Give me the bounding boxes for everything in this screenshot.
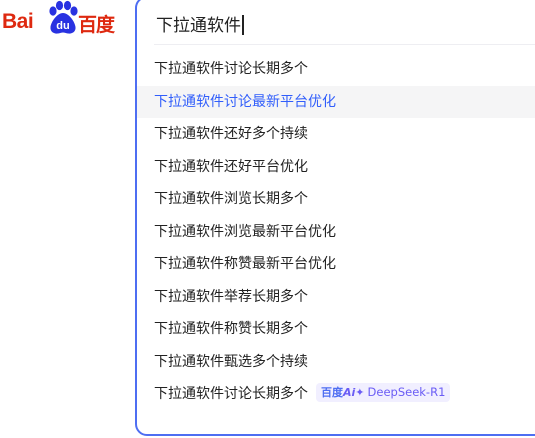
suggestion-suffix: 浏览长期多个 (224, 191, 308, 207)
ai-badge-brand: 百度 (321, 385, 343, 399)
suggestion-item[interactable]: 下拉通软件讨论长期多个 (137, 53, 535, 86)
logo-text-cn: 百度 (78, 14, 115, 36)
suggestion-suffix: 甄选多个持续 (224, 353, 308, 370)
suggestion-prefix: 下拉通软件 (154, 321, 224, 337)
paw-icon: du (49, 0, 78, 34)
suggestion-prefix: 下拉通软件 (154, 93, 224, 110)
suggestion-suffix: 称赞最新平台优化 (224, 256, 336, 272)
suggestion-prefix: 下拉通软件 (154, 191, 224, 207)
suggestion-item[interactable]: 下拉通软件称赞长期多个 (137, 313, 535, 346)
suggestion-prefix: 下拉通软件 (154, 288, 224, 305)
suggestion-suffix: 浏览最新平台优化 (224, 223, 336, 240)
baidu-logo[interactable]: Bai du 百度 (2, 0, 122, 40)
suggestion-prefix: 下拉通软件 (154, 61, 224, 77)
text-caret (242, 15, 244, 35)
suggestion-list: 下拉通软件讨论长期多个 下拉通软件讨论最新平台优化 下拉通软件还好多个持续 下拉… (137, 53, 535, 411)
search-input[interactable]: 下拉通软件 (156, 10, 244, 42)
search-divider (154, 44, 535, 45)
suggestion-item[interactable]: 下拉通软件甄选多个持续 (137, 346, 535, 379)
suggestion-item[interactable]: 下拉通软件还好多个持续 (137, 118, 535, 151)
suggestion-item[interactable]: 下拉通软件浏览最新平台优化 (137, 216, 535, 249)
suggestion-item[interactable]: 下拉通软件浏览长期多个 (137, 183, 535, 216)
search-box[interactable]: 下拉通软件 下拉通软件讨论长期多个 下拉通软件讨论最新平台优化 下拉通软件还好多… (135, 0, 535, 436)
suggestion-suffix: 讨论长期多个 (224, 386, 308, 402)
paw-label: du (56, 20, 69, 32)
suggestion-suffix: 称赞长期多个 (224, 321, 308, 337)
page: Bai du 百度 下拉通软件 下拉通软件讨论长期多个 下拉通软件讨论最新平台优… (0, 0, 535, 438)
suggestion-item[interactable]: 下拉通软件还好平台优化 (137, 151, 535, 184)
suggestion-suffix: 还好多个持续 (224, 126, 308, 142)
suggestion-item[interactable]: 下拉通软件举荐长期多个 (137, 281, 535, 314)
search-query: 下拉通软件 (156, 16, 241, 36)
suggestion-prefix: 下拉通软件 (154, 158, 224, 175)
suggestion-suffix: 讨论长期多个 (224, 61, 308, 77)
suggestion-item-ai[interactable]: 下拉通软件讨论长期多个 百度Ai✦ DeepSeek-R1 (137, 378, 535, 411)
suggestion-suffix: 举荐长期多个 (224, 288, 308, 305)
logo-text-bai: Bai (2, 10, 34, 33)
suggestion-suffix: 还好平台优化 (224, 158, 308, 175)
suggestion-item-active[interactable]: 下拉通软件讨论最新平台优化 (137, 85, 535, 118)
suggestion-suffix: 讨论最新平台优化 (224, 93, 336, 110)
ai-sparkle-icon: Ai✦ (343, 385, 365, 399)
suggestion-prefix: 下拉通软件 (154, 386, 224, 402)
suggestion-prefix: 下拉通软件 (154, 353, 224, 370)
deepseek-ai-badge[interactable]: 百度Ai✦ DeepSeek-R1 (316, 382, 451, 402)
suggestion-prefix: 下拉通软件 (154, 223, 224, 240)
suggestion-item[interactable]: 下拉通软件称赞最新平台优化 (137, 248, 535, 281)
suggestion-prefix: 下拉通软件 (154, 126, 224, 142)
ai-badge-model: DeepSeek-R1 (367, 384, 446, 399)
suggestion-prefix: 下拉通软件 (154, 256, 224, 272)
